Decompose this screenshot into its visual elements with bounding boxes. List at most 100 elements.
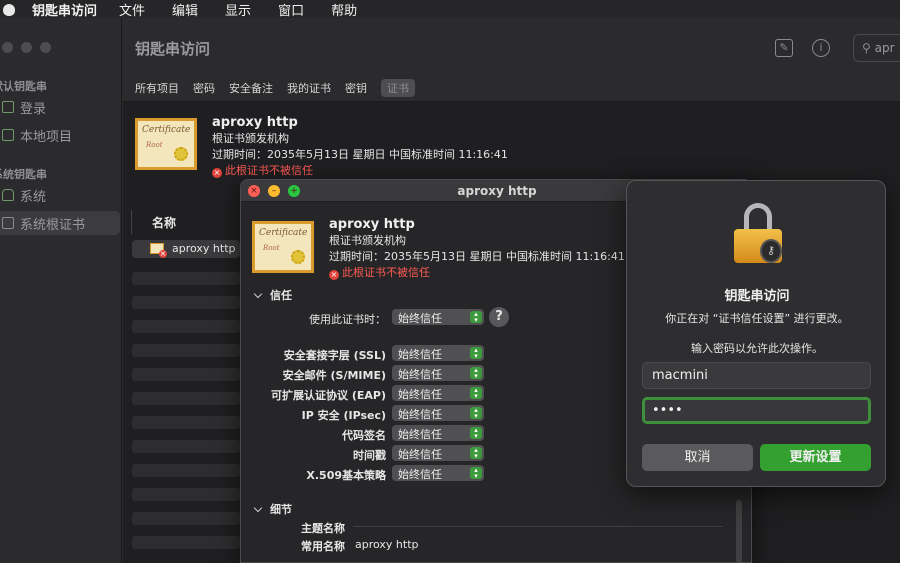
list-item[interactable] xyxy=(132,296,240,309)
minimize-button[interactable] xyxy=(21,42,32,53)
password-field[interactable]: •••• xyxy=(642,397,871,424)
table-row[interactable]: aproxy http xyxy=(132,240,240,258)
trust-row-label: 安全邮件 (S/MIME) xyxy=(282,369,386,382)
apple-icon[interactable] xyxy=(2,0,18,18)
trust-row-label: 代码签名 xyxy=(342,429,386,442)
details-section-toggle[interactable]: 细节 xyxy=(253,501,292,517)
menu-window[interactable]: 窗口 xyxy=(278,0,304,19)
error-icon: × xyxy=(329,270,339,280)
tab-passwords[interactable]: 密码 xyxy=(193,80,215,96)
search-text: apr xyxy=(874,41,895,55)
trust-popup-ipsec[interactable]: 始终信任 ▴ ▾ xyxy=(392,405,484,421)
sidebar-section-default: 默认钥匙串 xyxy=(0,80,47,93)
certificate-icon-title: Certificate xyxy=(259,228,308,238)
trust-popup-ssl[interactable]: 始终信任 ▴ ▾ xyxy=(392,345,484,361)
certificate-icon: Certificate Root xyxy=(252,221,314,273)
scrollbar[interactable] xyxy=(736,500,742,562)
close-button[interactable] xyxy=(2,42,13,53)
sidebar-item-system[interactable]: 系统 xyxy=(0,183,120,207)
list-item[interactable] xyxy=(132,320,240,333)
list-item[interactable] xyxy=(132,512,240,525)
sidebar-item-login[interactable]: 登录 xyxy=(0,95,120,119)
seal-icon xyxy=(291,250,305,264)
certificate-icon: Certificate Root xyxy=(135,118,197,170)
tab-certificates[interactable]: 证书 xyxy=(381,78,415,97)
cancel-button[interactable]: 取消 xyxy=(642,444,753,471)
search-input[interactable]: ⚲ apr xyxy=(853,34,900,62)
zoom-button[interactable] xyxy=(40,42,51,53)
common-name-label: 常用名称 xyxy=(301,540,345,553)
sidebar-item-label: 系统根证书 xyxy=(20,217,86,233)
popup-value: 始终信任 xyxy=(398,428,442,441)
sidebar: 默认钥匙串 登录 本地项目 系统钥匙串 系统 系统根证书 xyxy=(0,18,122,563)
cert-error: 此根证书不被信任 xyxy=(225,164,313,177)
info-icon[interactable]: i xyxy=(812,39,830,57)
stepper-icon: ▴ ▾ xyxy=(470,427,482,440)
menu-bar: 钥匙串访问 文件 编辑 显示 窗口 帮助 xyxy=(0,0,900,19)
auth-dialog: ⚷ 钥匙串访问 你正在对 “证书信任设置” 进行更改。 输入密码以允许此次操作。… xyxy=(626,180,886,487)
compose-icon[interactable]: ✎ xyxy=(775,39,793,57)
trust-popup-timestamp[interactable]: 始终信任 ▴ ▾ xyxy=(392,445,484,461)
update-settings-button[interactable]: 更新设置 xyxy=(760,444,871,471)
tab-all[interactable]: 所有项目 xyxy=(135,80,179,96)
popup-value: 始终信任 xyxy=(398,388,442,401)
menu-edit[interactable]: 编辑 xyxy=(172,0,198,19)
popup-value: 始终信任 xyxy=(398,368,442,381)
menu-help[interactable]: 帮助 xyxy=(331,0,357,19)
chevron-down-icon xyxy=(253,289,263,299)
tab-keys[interactable]: 密钥 xyxy=(345,80,367,96)
list-item[interactable] xyxy=(132,392,240,405)
trust-popup-x509[interactable]: 始终信任 ▴ ▾ xyxy=(392,465,484,481)
unlock-icon xyxy=(2,101,14,113)
menu-app-name[interactable]: 钥匙串访问 xyxy=(32,0,97,19)
trust-popup-code-signing[interactable]: 始终信任 ▴ ▾ xyxy=(392,425,484,441)
list-item[interactable] xyxy=(132,440,240,453)
cert-issuer: 根证书颁发机构 xyxy=(329,234,406,247)
use-cert-popup[interactable]: 始终信任 ▴ ▾ xyxy=(392,309,484,325)
auth-message: 你正在对 “证书信任设置” 进行更改。 xyxy=(665,312,849,325)
username-field[interactable]: macmini xyxy=(642,362,871,389)
row-label: aproxy http xyxy=(172,242,236,255)
trust-row-label: 时间戳 xyxy=(353,449,386,462)
cert-name: aproxy http xyxy=(212,115,298,130)
list-item[interactable] xyxy=(132,536,240,549)
menu-file[interactable]: 文件 xyxy=(119,0,145,19)
certificate-icon-sub: Root xyxy=(263,244,280,252)
trust-popup-smime[interactable]: 始终信任 ▴ ▾ xyxy=(392,365,484,381)
auth-prompt: 输入密码以允许此次操作。 xyxy=(691,342,823,355)
trust-header: 信任 xyxy=(270,289,292,302)
list-item[interactable] xyxy=(132,368,240,381)
search-icon: ⚲ xyxy=(862,41,875,55)
cabinet-icon xyxy=(2,217,14,229)
common-name-value: aproxy http xyxy=(355,538,419,551)
stepper-icon: ▴ ▾ xyxy=(470,467,482,480)
window-controls xyxy=(2,42,51,53)
tab-secure-notes[interactable]: 安全备注 xyxy=(229,80,273,96)
sidebar-item-system-roots[interactable]: 系统根证书 xyxy=(0,211,120,235)
keys-icon: ⚷ xyxy=(760,239,782,263)
sidebar-section-system: 系统钥匙串 xyxy=(0,168,47,181)
sidebar-item-local[interactable]: 本地项目 xyxy=(0,123,120,147)
column-header-name[interactable]: 名称 xyxy=(131,210,241,234)
list-item[interactable] xyxy=(132,464,240,477)
use-cert-label: 使用此证书时： xyxy=(309,313,386,326)
trust-popup-eap[interactable]: 始终信任 ▴ ▾ xyxy=(392,385,484,401)
list-item[interactable] xyxy=(132,416,240,429)
lock-icon: ⚷ xyxy=(734,203,782,263)
list-item[interactable] xyxy=(132,488,240,501)
cert-name: aproxy http xyxy=(329,217,415,232)
help-button[interactable]: ? xyxy=(489,307,509,327)
trust-row-label: IP 安全 (IPsec) xyxy=(301,409,386,422)
menu-view[interactable]: 显示 xyxy=(225,0,251,19)
list-item[interactable] xyxy=(132,272,240,285)
trust-row-label: 安全套接字层 (SSL) xyxy=(283,349,386,362)
trust-section-toggle[interactable]: 信任 xyxy=(253,287,292,303)
chevron-down-icon xyxy=(253,503,263,513)
popup-value: 始终信任 xyxy=(398,348,442,361)
tab-my-certificates[interactable]: 我的证书 xyxy=(287,80,331,96)
subject-name-label: 主题名称 xyxy=(301,522,345,535)
sidebar-item-label: 系统 xyxy=(20,189,47,205)
divider xyxy=(353,526,723,527)
sidebar-item-label: 登录 xyxy=(20,101,47,117)
list-item[interactable] xyxy=(132,344,240,357)
